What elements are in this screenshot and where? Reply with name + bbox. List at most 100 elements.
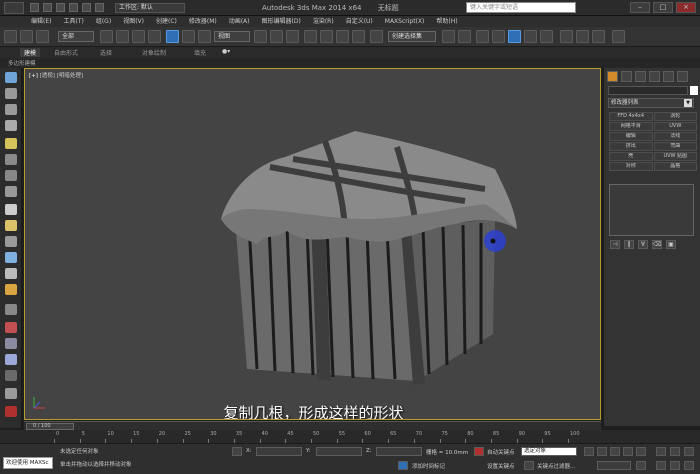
perspective-viewport[interactable]: [+] [透视] [明暗处理] 复制几根，形成这样的形状 xyxy=(24,68,601,420)
select-scale-icon[interactable] xyxy=(198,30,211,43)
menu-create[interactable]: 创建(C) xyxy=(153,16,186,27)
create-cylinder-icon[interactable] xyxy=(5,104,17,115)
maxscript-listener[interactable]: 欢迎使用 MAXSc xyxy=(3,457,53,469)
select-object-icon[interactable] xyxy=(100,30,113,43)
menu-customize[interactable]: 自定义(U) xyxy=(343,16,382,27)
modifier-button[interactable]: 壳 xyxy=(609,152,653,161)
window-crossing-icon[interactable] xyxy=(148,30,161,43)
zoom-icon[interactable] xyxy=(656,447,666,456)
particle-icon[interactable] xyxy=(5,370,17,381)
pan-view-icon[interactable] xyxy=(5,388,17,399)
search-input[interactable]: 键入关键字或短语 xyxy=(466,2,576,13)
modifier-button[interactable]: UVW xyxy=(653,122,697,131)
menu-help[interactable]: 帮助(H) xyxy=(433,16,466,27)
geosphere-icon[interactable] xyxy=(5,252,17,263)
modifier-button[interactable]: 涡轮 xyxy=(653,112,697,121)
utilities-tab-icon[interactable] xyxy=(677,71,688,82)
modifier-button[interactable]: 挤出 xyxy=(609,142,653,151)
key-mode-dropdown[interactable]: 选定对象 xyxy=(521,447,577,456)
next-frame-icon[interactable] xyxy=(623,447,633,456)
pan-icon[interactable] xyxy=(670,461,680,470)
add-time-tag-button[interactable]: 添加时间标记 xyxy=(412,462,445,470)
motion-tab-icon[interactable] xyxy=(649,71,660,82)
angle-snap-icon[interactable] xyxy=(320,30,333,43)
save-file-icon[interactable] xyxy=(56,3,65,12)
time-config-icon[interactable] xyxy=(636,461,646,470)
minimize-button[interactable]: – xyxy=(630,2,650,13)
named-selection-dropdown[interactable]: 创建选择集 xyxy=(388,31,436,42)
helper-icon[interactable] xyxy=(5,170,17,181)
modifier-button[interactable]: 晶格 xyxy=(653,162,697,171)
lock-selection-icon[interactable] xyxy=(232,447,242,456)
menu-rendering[interactable]: 渲染(R) xyxy=(310,16,343,27)
create-plane-icon[interactable] xyxy=(5,120,17,131)
tab-modeling[interactable]: 建模 xyxy=(20,48,41,57)
manipulate-icon[interactable] xyxy=(270,30,283,43)
auto-key-record-icon[interactable] xyxy=(474,447,484,456)
set-key-button[interactable]: 设置关键点 xyxy=(487,462,515,470)
spacewarp-icon[interactable] xyxy=(5,186,17,197)
current-frame-field[interactable] xyxy=(597,461,631,470)
menu-tools[interactable]: 工具(T) xyxy=(60,16,92,27)
menu-modifiers[interactable]: 修改器(M) xyxy=(186,16,226,27)
create-tab-icon[interactable] xyxy=(607,71,618,82)
select-by-name-icon[interactable] xyxy=(116,30,129,43)
rectangle-shape-icon[interactable] xyxy=(5,204,17,215)
open-file-icon[interactable] xyxy=(43,3,52,12)
zoom-all-icon[interactable] xyxy=(670,447,680,456)
reference-coord-dropdown[interactable]: 视图 xyxy=(214,31,250,42)
scene-explorer-icon[interactable] xyxy=(5,354,17,365)
camera-icon[interactable] xyxy=(5,154,17,165)
rendered-frame-icon[interactable] xyxy=(576,30,589,43)
rect-selection-icon[interactable] xyxy=(132,30,145,43)
keyboard-shortcut-icon[interactable] xyxy=(286,30,299,43)
z-coord-field[interactable] xyxy=(376,447,422,456)
menu-maxscript[interactable]: MAXScript(X) xyxy=(382,16,434,27)
align-icon[interactable] xyxy=(458,30,471,43)
percent-snap-icon[interactable] xyxy=(336,30,349,43)
modifier-button[interactable]: UVW 贴图 xyxy=(653,152,697,161)
modifier-stack[interactable] xyxy=(609,184,694,236)
remove-modifier-icon[interactable]: ⌫ xyxy=(652,240,662,249)
tab-object-paint[interactable]: 对象绘制 xyxy=(142,48,166,57)
display-tab-icon[interactable] xyxy=(663,71,674,82)
record-icon[interactable] xyxy=(5,406,17,417)
sphere-shape-icon[interactable] xyxy=(5,220,17,231)
close-button[interactable]: × xyxy=(676,2,696,13)
layer-manager-icon[interactable] xyxy=(476,30,489,43)
teapot-render-icon[interactable] xyxy=(612,30,625,43)
ribbon-options-icon[interactable]: ●▾ xyxy=(222,48,230,55)
pin-stack-icon[interactable]: ⊣ xyxy=(610,240,620,249)
hierarchy-tab-icon[interactable] xyxy=(635,71,646,82)
pivot-center-icon[interactable] xyxy=(254,30,267,43)
undo-icon[interactable] xyxy=(69,3,78,12)
display-icon[interactable] xyxy=(5,72,17,83)
modifier-list-dropdown[interactable]: 修改器列表 ▼ xyxy=(608,98,694,108)
redo-icon[interactable] xyxy=(82,3,91,12)
configure-sets-icon[interactable]: ▣ xyxy=(666,240,676,249)
modifier-button[interactable]: FFD 4x4x4 xyxy=(609,112,653,121)
modifier-button[interactable]: 对称 xyxy=(609,162,653,171)
app-logo-icon[interactable] xyxy=(4,2,24,14)
time-slider[interactable]: 0 / 100 xyxy=(24,421,601,430)
menu-edit[interactable]: 编辑(E) xyxy=(28,16,60,27)
object-color-swatch[interactable] xyxy=(690,86,698,95)
field-of-view-icon[interactable] xyxy=(656,461,666,470)
menu-graph-editors[interactable]: 图形编辑器(D) xyxy=(259,16,310,27)
modifier-button[interactable]: 法线 xyxy=(653,132,697,141)
render-production-icon[interactable] xyxy=(592,30,605,43)
maximize-button[interactable]: □ xyxy=(653,2,673,13)
workspace-dropdown[interactable]: 工作区: 默认 xyxy=(115,3,185,13)
time-slider-handle[interactable]: 0 / 100 xyxy=(26,423,74,430)
link-icon[interactable] xyxy=(36,30,49,43)
spinner-snap-icon[interactable] xyxy=(352,30,365,43)
time-tag-icon[interactable] xyxy=(398,461,408,470)
modifier-button[interactable]: 网格平滑 xyxy=(609,122,653,131)
menu-views[interactable]: 视图(V) xyxy=(120,16,153,27)
tab-populate[interactable]: 填充 xyxy=(194,48,206,57)
previous-frame-icon[interactable] xyxy=(597,447,607,456)
menu-group[interactable]: 组(G) xyxy=(93,16,120,27)
object-name-field[interactable] xyxy=(608,86,688,95)
tab-freeform[interactable]: 自由形式 xyxy=(54,48,78,57)
paint-icon[interactable] xyxy=(5,322,17,333)
